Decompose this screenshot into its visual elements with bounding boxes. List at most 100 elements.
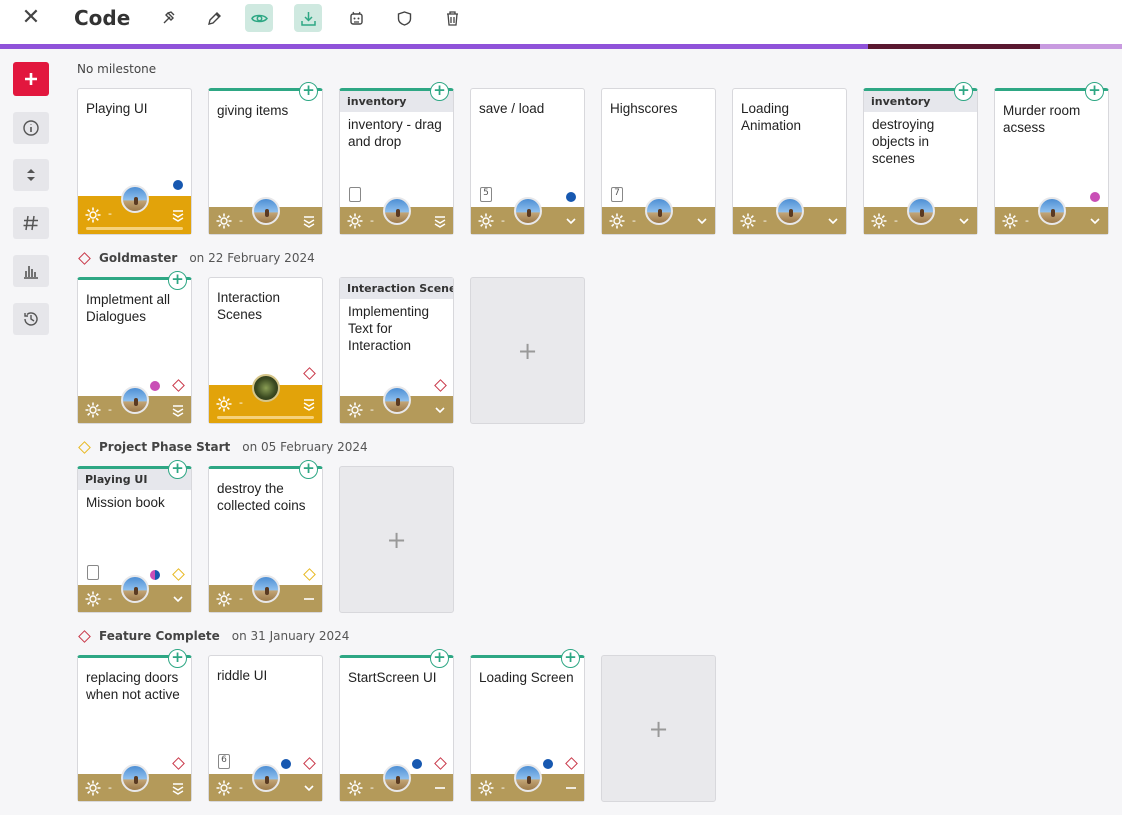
gear-icon[interactable] <box>477 779 495 797</box>
milestone-name[interactable]: Feature Complete <box>99 629 220 643</box>
add-subtask-button[interactable]: + <box>1085 82 1104 101</box>
stack-icon[interactable] <box>433 214 447 228</box>
avatar[interactable] <box>382 764 411 792</box>
stack-icon[interactable] <box>302 397 316 411</box>
avatar[interactable] <box>120 386 149 414</box>
gear-icon[interactable] <box>84 206 102 224</box>
collapse-icon[interactable] <box>433 781 447 795</box>
task-card[interactable]: Loading Animation - <box>732 88 847 235</box>
gear-icon[interactable] <box>84 590 102 608</box>
avatar[interactable] <box>513 197 542 225</box>
gear-icon[interactable] <box>215 590 233 608</box>
subtask-count-icon[interactable]: 6 <box>218 754 230 769</box>
task-card[interactable]: Murder room acsess + - <box>994 82 1109 235</box>
gear-icon[interactable] <box>84 401 102 419</box>
history-button[interactable] <box>13 303 49 335</box>
close-icon[interactable]: ✕ <box>20 7 42 29</box>
avatar[interactable] <box>1037 197 1066 225</box>
task-card[interactable]: StartScreen UI + - <box>339 649 454 802</box>
milestone-name[interactable]: Project Phase Start <box>99 440 230 454</box>
task-card[interactable]: replacing doors when not active + - <box>77 649 192 802</box>
robot-button[interactable] <box>342 4 370 32</box>
add-subtask-button[interactable]: + <box>954 82 973 101</box>
task-card[interactable]: Playing UI - <box>77 88 192 235</box>
gear-icon[interactable] <box>346 779 364 797</box>
task-card[interactable]: destroy the collected coins + - <box>208 460 323 613</box>
avatar[interactable] <box>251 764 280 792</box>
add-card-button[interactable]: + <box>470 277 585 424</box>
milestone-name[interactable]: No milestone <box>77 62 156 76</box>
collapse-icon[interactable] <box>564 781 578 795</box>
chevron-down-icon[interactable] <box>564 214 578 228</box>
collapse-icon[interactable] <box>302 592 316 606</box>
add-subtask-button[interactable]: + <box>299 460 318 479</box>
avatar[interactable] <box>120 185 149 213</box>
task-card[interactable]: Interaction Scenes - <box>208 277 323 424</box>
add-card-button[interactable]: + <box>339 466 454 613</box>
shield-button[interactable] <box>390 4 418 32</box>
hashtag-button[interactable] <box>13 207 49 239</box>
sort-button[interactable] <box>13 159 49 191</box>
task-card[interactable]: save / load 5- <box>470 88 585 235</box>
chevron-down-icon[interactable] <box>302 781 316 795</box>
avatar[interactable] <box>513 764 542 792</box>
gear-icon[interactable] <box>1001 212 1019 230</box>
task-card[interactable]: riddle UI 6- <box>208 655 323 802</box>
task-card[interactable]: inventory inventory - drag and drop + - <box>339 82 454 235</box>
chevron-down-icon[interactable] <box>1088 214 1102 228</box>
subtask-count-icon[interactable]: 7 <box>611 187 623 202</box>
gear-icon[interactable] <box>739 212 757 230</box>
avatar[interactable] <box>251 575 280 603</box>
pencil-button[interactable] <box>200 4 228 32</box>
stack-icon[interactable] <box>302 214 316 228</box>
task-card[interactable]: Loading Screen + - <box>470 649 585 802</box>
milestone-name[interactable]: Goldmaster <box>99 251 177 265</box>
avatar[interactable] <box>775 197 804 225</box>
eye-button[interactable] <box>245 4 273 32</box>
stack-icon[interactable] <box>171 208 185 222</box>
avatar[interactable] <box>382 197 411 225</box>
stack-icon[interactable] <box>171 781 185 795</box>
gear-icon[interactable] <box>215 395 233 413</box>
add-subtask-button[interactable]: + <box>430 649 449 668</box>
chevron-down-icon[interactable] <box>826 214 840 228</box>
gear-icon[interactable] <box>84 779 102 797</box>
avatar[interactable] <box>382 386 411 414</box>
add-subtask-button[interactable]: + <box>168 271 187 290</box>
trash-button[interactable] <box>438 4 466 32</box>
add-subtask-button[interactable]: + <box>168 649 187 668</box>
task-card[interactable]: Playing UI Mission book + - <box>77 460 192 613</box>
avatar[interactable] <box>120 575 149 603</box>
add-button[interactable] <box>13 62 49 96</box>
add-subtask-button[interactable]: + <box>561 649 580 668</box>
gear-icon[interactable] <box>215 212 233 230</box>
task-card[interactable]: Interaction Scenes Implementing Text for … <box>339 277 454 424</box>
avatar[interactable] <box>251 197 280 225</box>
gear-icon[interactable] <box>215 779 233 797</box>
stack-icon[interactable] <box>171 403 185 417</box>
subtask-count-icon[interactable]: 5 <box>480 187 492 202</box>
avatar[interactable] <box>644 197 673 225</box>
add-subtask-button[interactable]: + <box>299 82 318 101</box>
avatar[interactable] <box>251 374 280 402</box>
gear-icon[interactable] <box>477 212 495 230</box>
chevron-down-icon[interactable] <box>433 403 447 417</box>
task-card[interactable]: giving items + - <box>208 82 323 235</box>
subtask-count-icon[interactable] <box>349 187 361 202</box>
info-button[interactable] <box>13 112 49 144</box>
hammer-button[interactable] <box>154 4 182 32</box>
task-card[interactable]: Impletment all Dialogues + - <box>77 271 192 424</box>
add-subtask-button[interactable]: + <box>430 82 449 101</box>
download-tray-button[interactable] <box>294 4 322 32</box>
avatar[interactable] <box>120 764 149 792</box>
subtask-count-icon[interactable] <box>87 565 99 580</box>
chevron-down-icon[interactable] <box>695 214 709 228</box>
chevron-down-icon[interactable] <box>957 214 971 228</box>
gear-icon[interactable] <box>870 212 888 230</box>
gear-icon[interactable] <box>608 212 626 230</box>
gear-icon[interactable] <box>346 212 364 230</box>
gear-icon[interactable] <box>346 401 364 419</box>
task-card[interactable]: Highscores 7- <box>601 88 716 235</box>
card-group-label[interactable]: Interaction Scenes <box>340 278 453 299</box>
avatar[interactable] <box>906 197 935 225</box>
